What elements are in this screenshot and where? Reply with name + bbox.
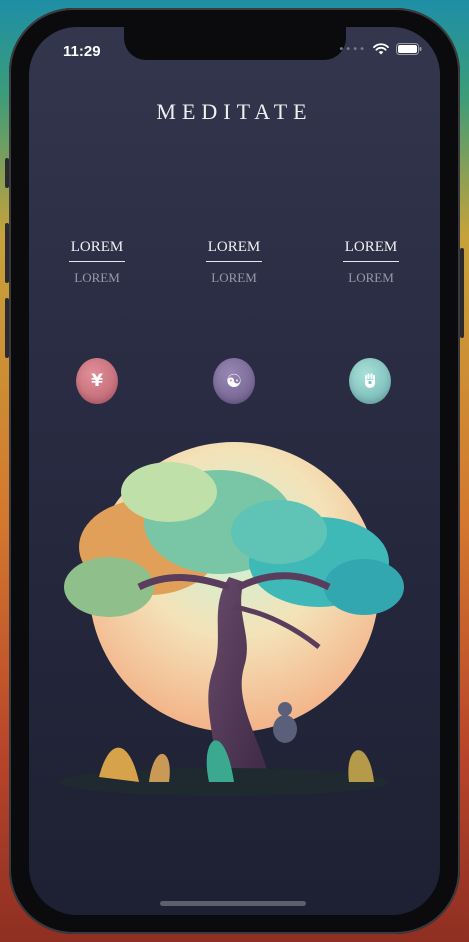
- stat-label: LOREM: [70, 239, 124, 255]
- mute-switch: [5, 158, 9, 188]
- wifi-icon: [373, 43, 389, 55]
- stat-divider: [206, 261, 262, 262]
- yen-button[interactable]: ¥: [76, 358, 118, 404]
- stat-label: LOREM: [207, 239, 261, 255]
- stat-item: LOREM LOREM: [194, 239, 274, 286]
- stat-item: LOREM LOREM: [57, 239, 137, 286]
- stat-item: LOREM LOREM: [331, 239, 411, 286]
- yin-yang-button[interactable]: ☯: [213, 358, 255, 404]
- stat-divider: [69, 261, 125, 262]
- stat-value: LOREM: [211, 270, 257, 285]
- volume-up-button: [5, 223, 9, 283]
- volume-down-button: [5, 298, 9, 358]
- stat-value: LOREM: [348, 270, 394, 285]
- status-icons: ••••: [338, 43, 422, 55]
- battery-icon: [396, 43, 422, 55]
- yin-yang-icon: ☯: [225, 370, 243, 392]
- notch: [124, 27, 346, 60]
- power-button: [460, 248, 464, 338]
- yen-icon: ¥: [91, 371, 103, 391]
- stat-value: LOREM: [74, 270, 120, 285]
- app-screen: 11:29 •••• MEDITATE LOREM LOREM LOREM LO…: [29, 27, 440, 915]
- stat-divider: [343, 261, 399, 262]
- hamsa-button[interactable]: [349, 358, 391, 404]
- stat-label: LOREM: [344, 239, 398, 255]
- home-indicator[interactable]: [160, 901, 306, 906]
- page-title: MEDITATE: [156, 99, 313, 124]
- signal-dots-icon: ••••: [338, 43, 366, 55]
- meditation-tree-illustration: [59, 442, 404, 796]
- status-time: 11:29: [63, 43, 101, 60]
- hamsa-hand-icon: [365, 373, 375, 388]
